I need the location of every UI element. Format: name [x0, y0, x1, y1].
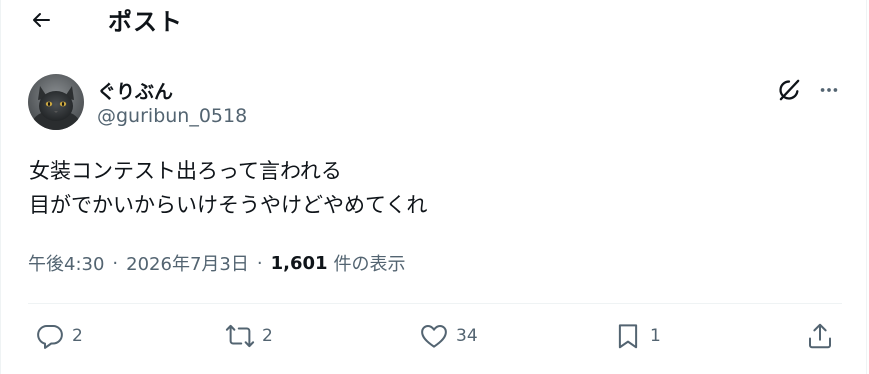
cat-avatar-icon	[28, 74, 84, 130]
meta-separator: ·	[256, 252, 263, 274]
back-button[interactable]	[23, 2, 59, 38]
bookmark-button[interactable]: 1	[613, 312, 661, 360]
grok-button[interactable]	[775, 76, 803, 104]
meta-separator: ·	[112, 252, 119, 274]
heart-icon	[421, 325, 447, 348]
post-time[interactable]: 午後4:30	[28, 250, 104, 276]
repost-count: 2	[262, 326, 273, 346]
repost-icon	[225, 324, 255, 348]
post-text: 女装コンテスト出ろって言われる 目がでかいからいけそうやけどやめてくれ	[29, 154, 427, 222]
views-count: 1,601	[270, 252, 328, 274]
post-text-line: 女装コンテスト出ろって言われる	[29, 159, 342, 183]
more-horizontal-icon	[820, 88, 838, 92]
share-button[interactable]	[805, 312, 835, 360]
share-icon	[809, 323, 831, 349]
author-handle[interactable]: @guribun_0518	[97, 105, 247, 127]
grok-icon	[779, 79, 800, 101]
repost-button[interactable]: 2	[225, 312, 273, 360]
bookmark-icon	[618, 324, 638, 349]
post-meta: 午後4:30 · 2026年7月3日 · 1,601 件の表示	[28, 250, 406, 276]
reply-button[interactable]: 2	[35, 312, 83, 360]
action-bar: 2 2 34 1	[1, 312, 866, 360]
avatar[interactable]	[28, 74, 84, 130]
reply-icon	[37, 325, 63, 349]
like-button[interactable]: 34	[419, 312, 478, 360]
header: ポスト	[1, 0, 866, 40]
like-count: 34	[456, 326, 478, 346]
post-date[interactable]: 2026年7月3日	[126, 250, 249, 276]
reply-count: 2	[72, 326, 83, 346]
author-display-name[interactable]: ぐりぶん	[97, 77, 173, 104]
arrow-left-icon	[33, 13, 50, 27]
divider	[28, 303, 842, 304]
bookmark-count: 1	[650, 326, 661, 346]
views-label: 件の表示	[333, 254, 406, 275]
post-text-line: 目がでかいからいけそうやけどやめてくれ	[29, 193, 428, 217]
more-options-button[interactable]	[815, 76, 843, 104]
post-detail-panel: ポスト ぐりぶん @guribun_0518 女装コンテスト出ろって言われる 目…	[0, 0, 867, 374]
page-title: ポスト	[108, 8, 183, 36]
